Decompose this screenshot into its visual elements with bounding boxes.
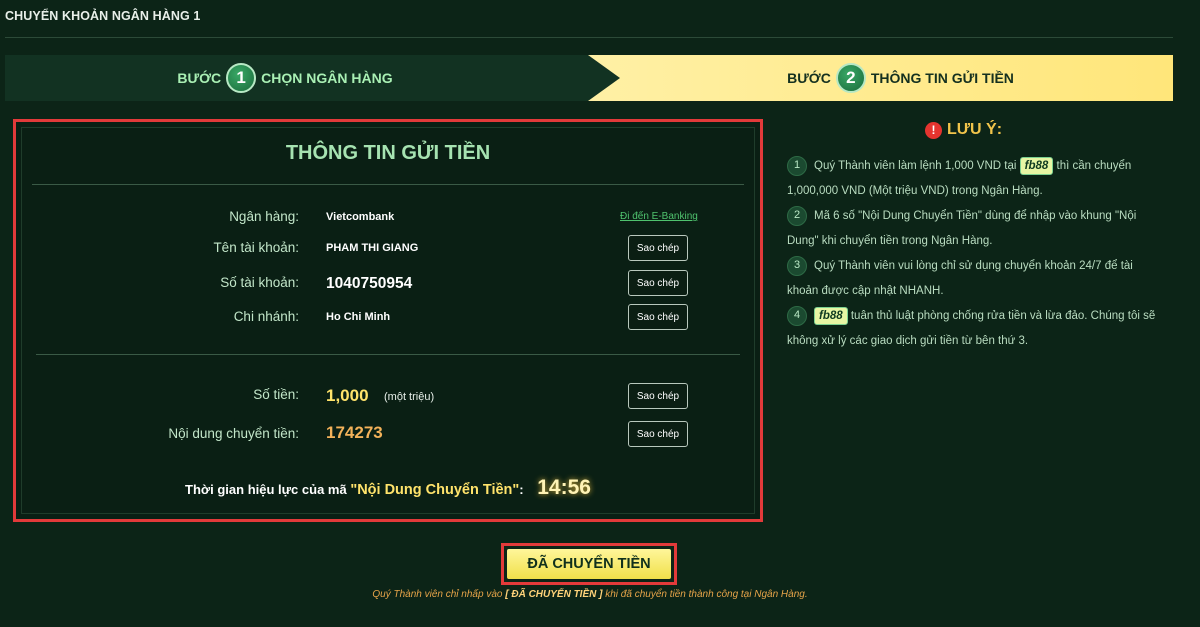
exclamation-icon: !	[925, 121, 942, 139]
divider	[32, 184, 744, 185]
deposit-info-card: THÔNG TIN GỬI TIỀN Ngân hàng: Vietcomban…	[13, 119, 763, 522]
copy-amount-button[interactable]: Sao chép	[628, 383, 688, 409]
brand-logo: fb88	[1019, 156, 1054, 175]
account-number-value: 1040750954	[326, 275, 413, 292]
step-number-badge: 2	[835, 63, 866, 93]
note-item: 1 Quý Thành viên làm lệnh 1,000 VND tại f…	[787, 154, 1159, 204]
card-title: THÔNG TIN GỬI TIỀN	[285, 142, 491, 164]
note-title: LƯU Ý:	[947, 121, 1003, 138]
note-text: Quý Thành viên làm lệnh 1,000 VND tại	[814, 160, 1017, 172]
amount-label: Số tiền:	[253, 387, 299, 402]
step-2-deposit-info[interactable]: BƯỚC 2 THÔNG TIN GỬI TIỀN	[588, 55, 1173, 101]
validity-text: Thời gian hiệu lực của mã	[185, 482, 347, 497]
amount-unit: (một triệu)	[384, 391, 435, 403]
note-item: 2 Mã 6 số "Nội Dung Chuyển Tiền" dùng để …	[787, 204, 1159, 254]
confirm-footnote: Quý Thành viên chỉ nhấp vào [ ĐÃ CHUYỂN …	[0, 589, 1180, 600]
confirm-button-frame: ĐÃ CHUYỂN TIỀN	[501, 543, 677, 585]
note-number: 4	[787, 305, 807, 326]
copy-account-number-button[interactable]: Sao chép	[628, 270, 688, 296]
step-word: BƯỚC	[177, 70, 222, 86]
bank-value: Vietcombank	[326, 211, 395, 223]
brand-logo: fb88	[814, 306, 848, 325]
note-number: 1	[787, 155, 807, 176]
account-name-value: PHAM THI GIANG	[326, 242, 419, 254]
divider	[5, 37, 1173, 38]
copy-account-name-button[interactable]: Sao chép	[628, 235, 688, 261]
footnote-text: khi đã chuyển tiền thành công tại Ngân H…	[605, 589, 808, 600]
account-number-label: Số tài khoản:	[220, 275, 299, 290]
footnote-bold: [ ĐÃ CHUYỂN TIỀN ]	[505, 589, 603, 600]
steps-bar: BƯỚC 1 CHỌN NGÂN HÀNG BƯỚC 2 THÔNG TIN G…	[5, 55, 1173, 101]
amount-value: 1,000	[326, 386, 369, 405]
note-text: Quý Thành viên vui lòng chỉ sử dụng chuy…	[787, 260, 1133, 297]
validity-colon: :	[519, 482, 524, 497]
step-1-choose-bank[interactable]: BƯỚC 1 CHỌN NGÂN HÀNG	[5, 55, 625, 101]
transferred-confirm-button[interactable]: ĐÃ CHUYỂN TIỀN	[507, 549, 671, 579]
code-validity: Thời gian hiệu lực của mã "Nội Dung Chuy…	[16, 476, 760, 500]
note-text: Mã 6 số "Nội Dung Chuyển Tiền" dùng để n…	[787, 210, 1137, 247]
copy-transfer-content-button[interactable]: Sao chép	[628, 421, 688, 447]
account-name-label: Tên tài khoản:	[213, 240, 299, 255]
note-item: 4 fb88 tuân thủ luật phòng chống rửa tiền…	[787, 304, 1159, 354]
note-heading: ! LƯU Ý:	[925, 121, 1002, 139]
note-number: 2	[787, 205, 807, 226]
bank-label: Ngân hàng:	[229, 209, 299, 224]
step-label: THÔNG TIN GỬI TIỀN	[870, 70, 1014, 86]
transfer-content-value: 174273	[326, 423, 383, 442]
countdown-timer: 14:56	[537, 476, 591, 499]
note-number: 3	[787, 255, 807, 276]
copy-branch-button[interactable]: Sao chép	[628, 304, 688, 330]
validity-quote: "Nội Dung Chuyển Tiền"	[350, 482, 520, 498]
step-word: BƯỚC	[787, 70, 831, 86]
branch-value: Ho Chi Minh	[326, 311, 391, 323]
note-item: 3 Quý Thành viên vui lòng chỉ sử dụng chu…	[787, 254, 1159, 304]
notes-list: 1 Quý Thành viên làm lệnh 1,000 VND tại f…	[787, 154, 1159, 354]
branch-label: Chi nhánh:	[233, 309, 299, 324]
ebanking-link[interactable]: Đi đến E-Banking	[620, 211, 698, 222]
footnote-text: Quý Thành viên chỉ nhấp vào	[372, 589, 503, 600]
page-title: CHUYỂN KHOẢN NGÂN HÀNG 1	[5, 9, 201, 23]
divider	[36, 354, 740, 355]
step-label: CHỌN NGÂN HÀNG	[261, 70, 393, 86]
step-number-badge: 1	[226, 63, 257, 93]
transfer-content-label: Nội dung chuyển tiền:	[168, 426, 299, 441]
